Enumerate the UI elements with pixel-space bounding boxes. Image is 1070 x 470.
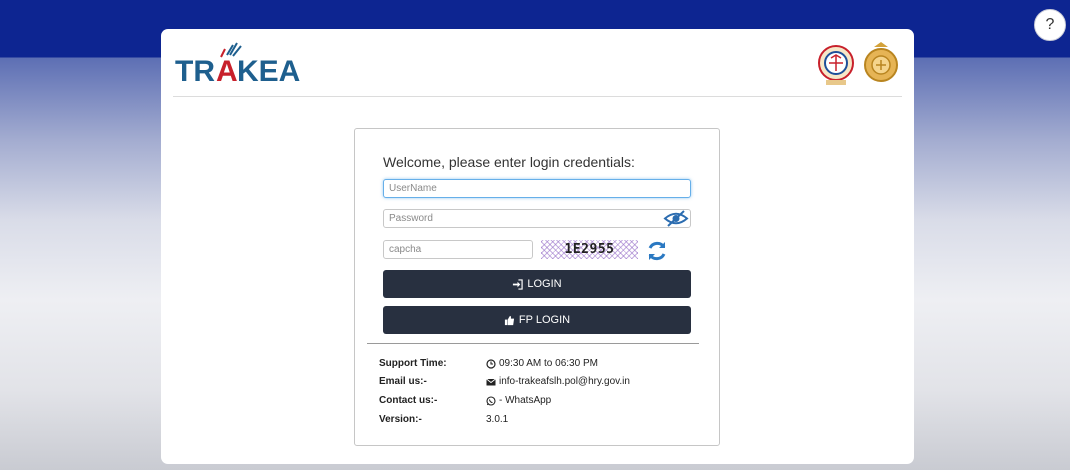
login-button[interactable]: LOGIN <box>383 270 691 298</box>
refresh-captcha-icon[interactable] <box>645 239 669 263</box>
password-input[interactable] <box>383 209 691 228</box>
support-time-value: 09:30 AM to 06:30 PM <box>486 358 598 369</box>
username-input[interactable] <box>383 179 691 198</box>
login-button-label: LOGIN <box>527 278 562 290</box>
version-text: 3.0.1 <box>486 414 509 425</box>
eye-slash-icon[interactable] <box>661 209 691 228</box>
fp-login-button-label: FP LOGIN <box>518 314 571 326</box>
captcha-image: 1E2955 <box>541 240 638 259</box>
contact-label: Contact us:- <box>379 395 438 406</box>
support-time-text: 09:30 AM to 06:30 PM <box>499 358 598 369</box>
version-label: Version:- <box>379 414 422 425</box>
trakea-logo: TR A KEA <box>175 42 300 85</box>
contact-value[interactable]: - WhatsApp <box>486 395 551 406</box>
help-button[interactable]: ? <box>1034 9 1066 41</box>
captcha-input[interactable] <box>383 240 533 259</box>
version-value: 3.0.1 <box>486 414 508 425</box>
thumbs-up-icon <box>504 315 515 325</box>
login-form: Welcome, please enter login credentials:… <box>354 128 720 446</box>
email-value: info-trakeafslh.pol@hry.gov.in <box>486 376 630 387</box>
fp-login-button[interactable]: FP LOGIN <box>383 306 691 334</box>
svg-text:KEA: KEA <box>237 55 300 85</box>
envelope-icon <box>486 378 496 385</box>
welcome-text: Welcome, please enter login credentials: <box>383 154 635 170</box>
email-text[interactable]: info-trakeafslh.pol@hry.gov.in <box>499 376 630 387</box>
svg-text:TR: TR <box>175 55 215 85</box>
police-emblem-icon <box>864 42 898 82</box>
sign-in-icon <box>513 278 524 290</box>
contact-text: - WhatsApp <box>499 395 552 406</box>
whatsapp-icon <box>486 395 496 406</box>
login-card: TR A KEA Welcome, please enter login cre… <box>161 29 914 464</box>
header-divider <box>173 96 902 97</box>
clock-icon <box>486 358 496 369</box>
email-label: Email us:- <box>379 376 427 387</box>
info-divider <box>367 343 699 344</box>
forensic-emblem-icon <box>818 45 854 85</box>
support-time-label: Support Time: <box>379 358 447 369</box>
svg-text:A: A <box>216 55 238 85</box>
